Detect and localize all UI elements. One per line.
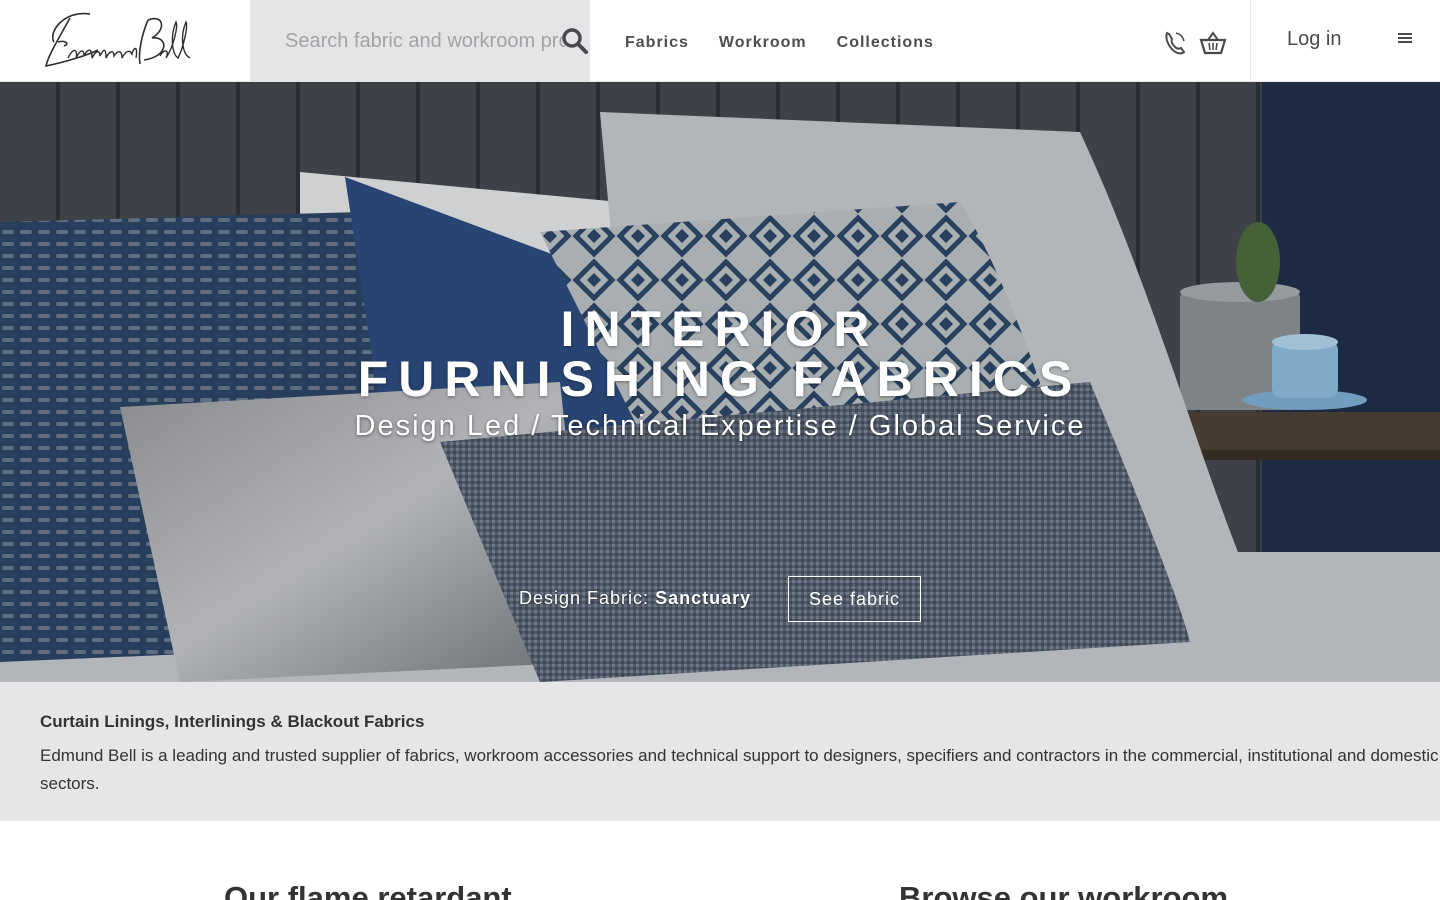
browse-workroom-prefix: Browse our: [899, 880, 1070, 900]
hero-banner: INTERIOR FURNISHING FABRICS Design Led /…: [0, 82, 1440, 682]
nav-workroom[interactable]: Workroom: [719, 34, 807, 52]
intro-section: Curtain Linings, Interlinings & Blackout…: [0, 682, 1440, 821]
phone-icon[interactable]: [1162, 30, 1188, 56]
logo[interactable]: [40, 6, 202, 74]
hero-fabric-prefix: Design Fabric:: [519, 588, 650, 608]
nav-fabrics[interactable]: Fabrics: [625, 34, 689, 52]
hero-fabric-caption: Design Fabric: Sanctuary: [519, 588, 751, 609]
flame-retardant-heading: Our flame retardant: [224, 880, 512, 900]
search-input[interactable]: [285, 24, 565, 58]
see-fabric-button[interactable]: See fabric: [788, 576, 921, 622]
search-icon[interactable]: [561, 27, 589, 55]
hero-title-line2: FURNISHING FABRICS: [357, 351, 1083, 407]
login-link[interactable]: Log in: [1287, 28, 1342, 51]
nav-collections[interactable]: Collections: [837, 34, 934, 52]
intro-title: Curtain Linings, Interlinings & Blackout…: [40, 712, 425, 731]
site-header: Fabrics Workroom Collections Log in: [0, 0, 1440, 82]
browse-workroom-heading: Browse our workroom: [899, 880, 1228, 900]
main-nav: Fabrics Workroom Collections: [625, 34, 934, 52]
logo-signature-icon: [44, 12, 191, 68]
search-box: [250, 0, 590, 81]
hero-fabric-name: Sanctuary: [655, 588, 752, 608]
hero-subtitle: Design Led / Technical Expertise / Globa…: [354, 410, 1086, 442]
menu-icon[interactable]: [1397, 31, 1413, 45]
basket-icon[interactable]: [1199, 30, 1227, 56]
browse-workroom-bold: workroom: [1078, 880, 1229, 900]
intro-text: Edmund Bell is a leading and trusted sup…: [40, 746, 1439, 793]
header-divider: [1250, 0, 1251, 81]
